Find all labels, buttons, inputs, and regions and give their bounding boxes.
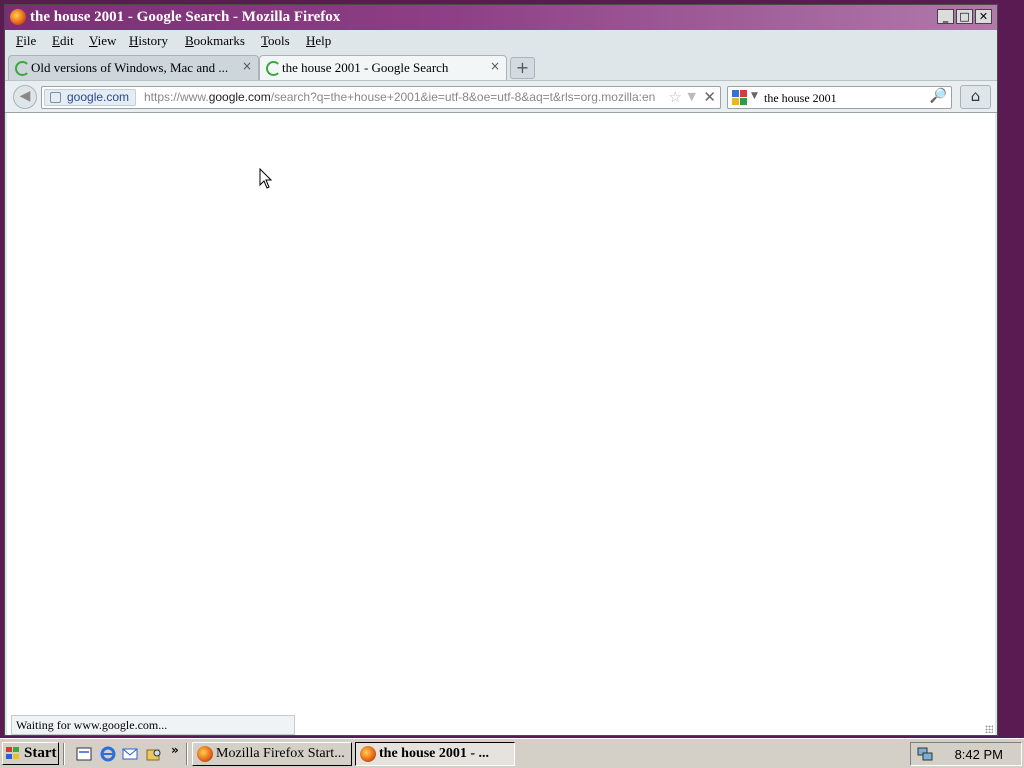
bookmark-star-icon[interactable]: ☆ xyxy=(669,88,682,106)
search-go-icon[interactable]: 🔎 xyxy=(930,88,947,104)
loading-spinner-icon xyxy=(266,61,281,76)
site-identity-label: google.com xyxy=(67,90,130,104)
title-bar[interactable]: the house 2001 - Google Search - Mozilla… xyxy=(5,5,997,30)
system-tray: 8:42 PM xyxy=(910,742,1022,766)
search-folder-icon[interactable] xyxy=(145,745,163,763)
search-input[interactable]: the house 2001 xyxy=(764,91,837,106)
taskbar-firefox-start[interactable]: Mozilla Firefox Start... xyxy=(192,742,352,766)
resize-grip-icon[interactable] xyxy=(985,725,993,733)
taskbar: Start » Mozilla Firefox Start... the hou… xyxy=(0,738,1024,768)
google-engine-icon[interactable] xyxy=(732,90,747,105)
menu-history[interactable]: History xyxy=(129,33,168,49)
window-title: the house 2001 - Google Search - Mozilla… xyxy=(30,9,341,25)
new-tab-button[interactable]: + xyxy=(510,57,535,79)
menu-bar: File Edit View History Bookmarks Tools H… xyxy=(5,30,997,52)
search-bar[interactable]: ▼ the house 2001 🔎 xyxy=(727,86,952,109)
close-tab-icon[interactable]: × xyxy=(242,59,252,73)
tab-old-versions[interactable]: Old versions of Windows, Mac and ... × xyxy=(8,55,259,80)
firefox-icon xyxy=(10,9,26,25)
status-bar: Waiting for www.google.com... xyxy=(11,715,295,735)
stop-icon[interactable]: ✕ xyxy=(703,88,716,106)
outlook-express-icon[interactable] xyxy=(121,745,139,763)
menu-tools[interactable]: Tools xyxy=(261,33,290,49)
home-button[interactable]: ⌂ xyxy=(960,85,991,109)
menu-file[interactable]: File xyxy=(16,33,36,49)
taskbar-google-search[interactable]: the house 2001 - ... xyxy=(355,742,515,766)
windows-logo-icon xyxy=(6,747,20,760)
firefox-icon xyxy=(197,746,213,762)
close-tab-icon[interactable]: × xyxy=(490,59,500,73)
internet-explorer-icon[interactable] xyxy=(99,745,117,763)
tab-bar: Old versions of Windows, Mac and ... × t… xyxy=(5,52,997,80)
start-button[interactable]: Start xyxy=(2,742,59,765)
loading-spinner-icon xyxy=(15,61,30,76)
engine-dropdown-icon[interactable]: ▼ xyxy=(751,91,758,101)
page-content[interactable]: Waiting for www.google.com... xyxy=(7,113,995,735)
tab-google-search[interactable]: the house 2001 - Google Search × xyxy=(259,55,507,80)
close-window-button[interactable]: ✕ xyxy=(975,9,992,24)
back-button[interactable]: ◀ xyxy=(13,85,37,109)
mouse-cursor-icon xyxy=(259,168,273,189)
clock[interactable]: 8:42 PM xyxy=(955,747,1003,762)
site-icon xyxy=(50,92,61,103)
firefox-window: the house 2001 - Google Search - Mozilla… xyxy=(4,4,998,736)
url-bar[interactable]: google.com https://www.google.com/search… xyxy=(41,86,721,109)
tab-label: Old versions of Windows, Mac and ... xyxy=(31,60,229,75)
taskbar-separator xyxy=(186,743,188,765)
network-icon[interactable] xyxy=(917,746,933,762)
tab-label: the house 2001 - Google Search xyxy=(282,60,449,75)
firefox-icon xyxy=(360,746,376,762)
navigation-toolbar: ◀ google.com https://www.google.com/sear… xyxy=(5,80,997,113)
maximize-button[interactable]: □ xyxy=(956,9,973,24)
taskbar-separator xyxy=(63,743,65,765)
menu-help[interactable]: Help xyxy=(306,33,331,49)
quick-launch-more[interactable]: » xyxy=(171,743,179,757)
url-text[interactable]: https://www.google.com/search?q=the+hous… xyxy=(144,90,662,104)
url-dropdown-icon[interactable]: ▼ xyxy=(688,90,696,103)
menu-bookmarks[interactable]: Bookmarks xyxy=(185,33,245,49)
site-identity-button[interactable]: google.com xyxy=(44,89,137,106)
show-desktop-icon[interactable] xyxy=(75,745,93,763)
menu-view[interactable]: View xyxy=(89,33,116,49)
minimize-button[interactable]: _ xyxy=(937,9,954,24)
menu-edit[interactable]: Edit xyxy=(52,33,74,49)
